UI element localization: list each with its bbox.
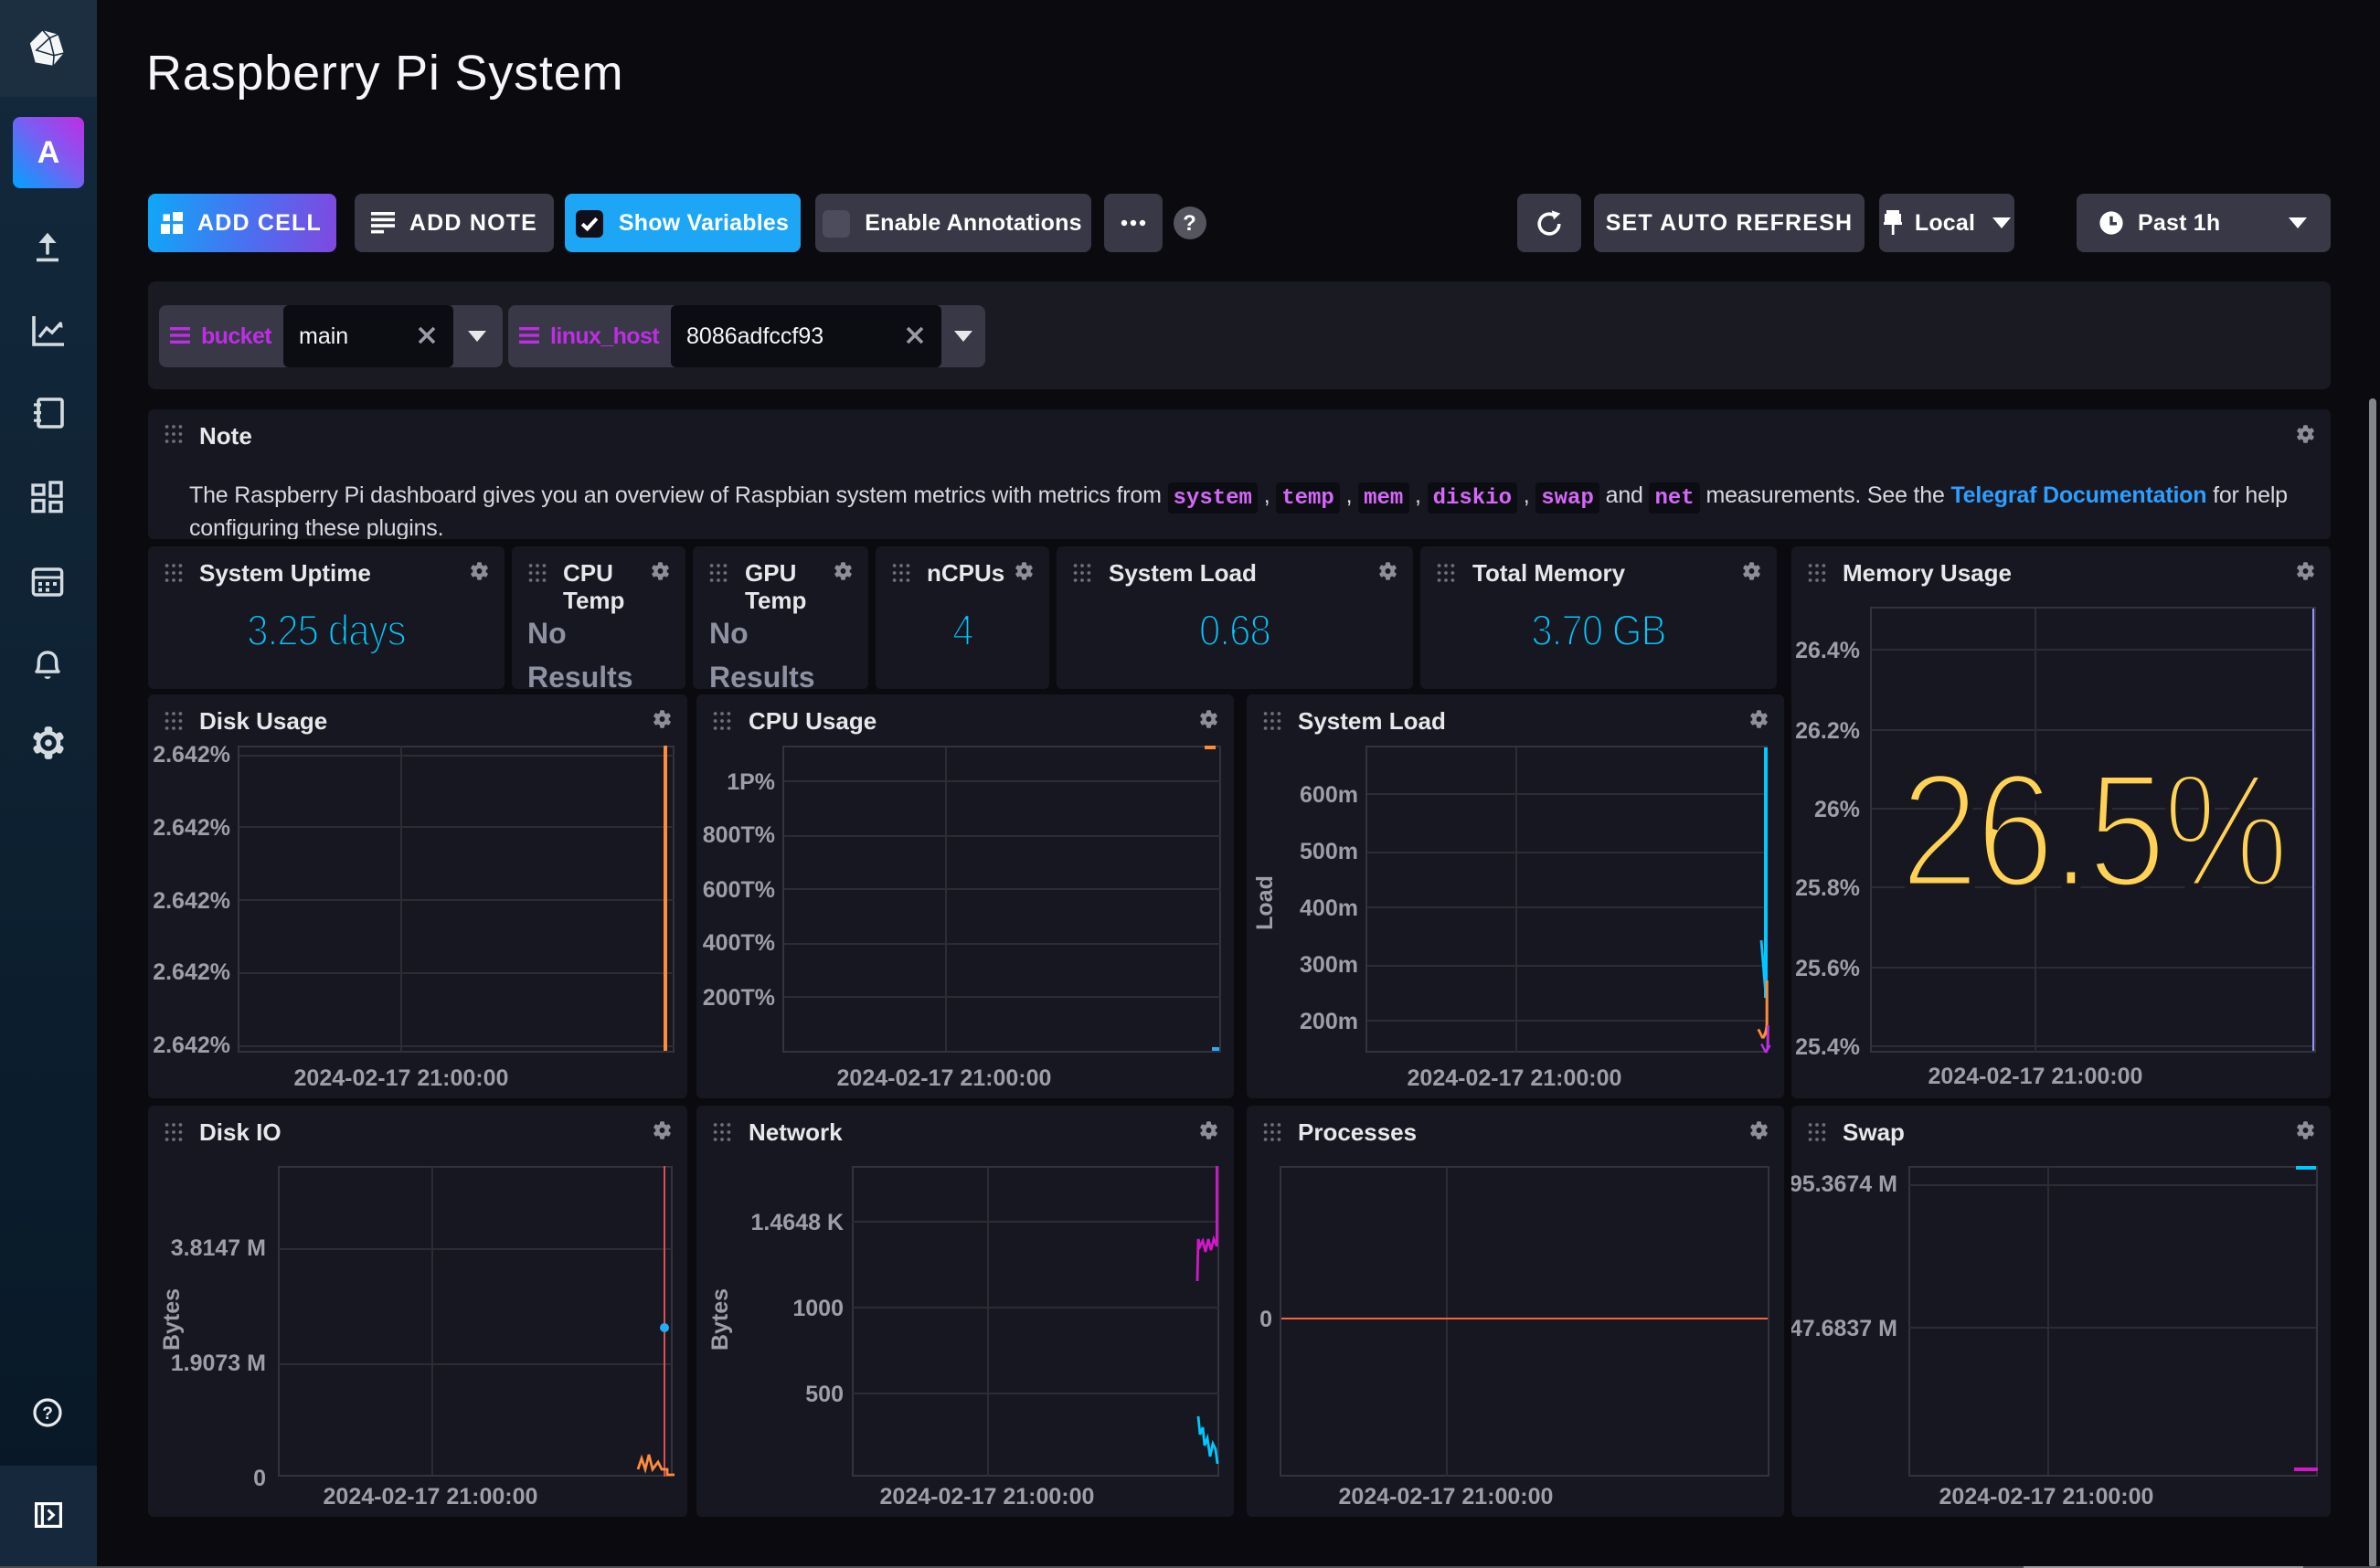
- svg-text:?: ?: [43, 1404, 54, 1424]
